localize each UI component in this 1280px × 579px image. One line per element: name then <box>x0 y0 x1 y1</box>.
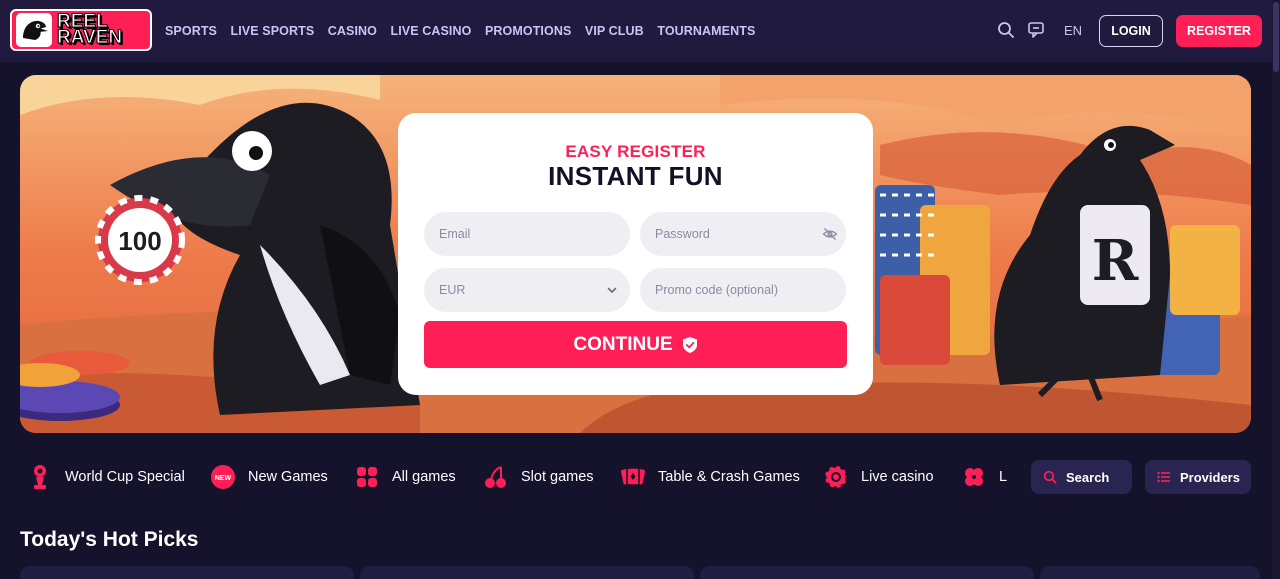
register-title: INSTANT FUN <box>548 161 723 191</box>
clover-icon <box>960 463 988 491</box>
category-label: New Games <box>248 469 328 485</box>
game-card[interactable] <box>20 566 354 579</box>
search-icon[interactable] <box>996 20 1016 40</box>
category-label: All games <box>392 469 456 485</box>
list-icon <box>1157 471 1170 483</box>
game-card[interactable] <box>360 566 694 579</box>
search-button-label: Search <box>1066 469 1110 485</box>
shield-check-icon <box>682 336 698 354</box>
brand-name-line2: RAVEN <box>56 27 123 48</box>
raven-logo-icon <box>16 13 52 47</box>
section-title-hot-picks: Today's Hot Picks <box>20 528 199 551</box>
cards-icon <box>619 463 647 491</box>
category-label: Table & Crash Games <box>658 469 800 485</box>
providers-button-label: Providers <box>1180 469 1240 485</box>
chip-100: 100 <box>95 195 185 285</box>
cherries-icon <box>482 463 510 491</box>
game-card[interactable] <box>700 566 1034 579</box>
nav-promotions[interactable]: PROMOTIONS <box>485 24 571 38</box>
category-partial[interactable]: L <box>960 455 1007 499</box>
chip-icon <box>822 463 850 491</box>
continue-button[interactable]: CONTINUE <box>424 321 847 368</box>
eye-off-icon[interactable] <box>822 226 838 242</box>
page-scrollbar[interactable] <box>1272 0 1280 579</box>
password-field[interactable] <box>640 212 846 256</box>
continue-label: CONTINUE <box>573 333 673 355</box>
category-bar: World Cup Special NEW New Games All game… <box>0 455 1030 499</box>
main-nav: SPORTS LIVE SPORTS CASINO LIVE CASINO PR… <box>165 0 769 62</box>
category-slot-games[interactable]: Slot games <box>482 455 594 499</box>
nav-live-sports[interactable]: LIVE SPORTS <box>231 24 315 38</box>
search-icon <box>1043 470 1057 484</box>
nav-vip-club[interactable]: VIP CLUB <box>585 24 644 38</box>
category-world-cup-special[interactable]: World Cup Special <box>26 455 185 499</box>
register-button[interactable]: REGISTER <box>1176 15 1262 47</box>
providers-button[interactable]: Providers <box>1145 460 1251 494</box>
chat-icon[interactable] <box>1027 20 1047 40</box>
category-live-casino[interactable]: Live casino <box>822 455 934 499</box>
currency-value: EUR <box>439 283 466 297</box>
category-label: Live casino <box>861 469 934 485</box>
category-new-games[interactable]: NEW New Games <box>209 455 328 499</box>
chevron-down-icon <box>606 284 618 299</box>
register-eyebrow: EASY REGISTER <box>565 142 706 161</box>
category-label: Slot games <box>521 469 594 485</box>
category-table-crash-games[interactable]: Table & Crash Games <box>619 455 800 499</box>
language-selector[interactable]: EN <box>1064 23 1082 38</box>
top-header: REEL RAVEN SPORTS LIVE SPORTS CASINO LIV… <box>0 0 1280 62</box>
grid-icon <box>353 463 381 491</box>
category-label: World Cup Special <box>65 469 185 485</box>
trophy-icon <box>26 463 54 491</box>
brand-logo[interactable]: REEL RAVEN <box>10 9 152 51</box>
nav-casino[interactable]: CASINO <box>328 24 377 38</box>
nav-sports[interactable]: SPORTS <box>165 24 217 38</box>
game-card[interactable] <box>1040 566 1260 579</box>
register-card: EASY REGISTER INSTANT FUN EUR CONTINUE <box>398 113 873 395</box>
chip-100-text: 100 <box>118 226 161 256</box>
scrollbar-thumb[interactable] <box>1273 2 1279 72</box>
new-badge-icon: NEW <box>209 463 237 491</box>
promo-code-field[interactable] <box>640 268 846 312</box>
brand-wordmark: REEL RAVEN <box>56 12 123 48</box>
login-button[interactable]: LOGIN <box>1099 15 1163 47</box>
nav-tournaments[interactable]: TOURNAMENTS <box>657 24 755 38</box>
nav-live-casino[interactable]: LIVE CASINO <box>390 24 471 38</box>
svg-text:NEW: NEW <box>215 475 232 482</box>
category-all-games[interactable]: All games <box>353 455 456 499</box>
search-button[interactable]: Search <box>1031 460 1132 494</box>
jacket-letter: R <box>1092 228 1139 294</box>
currency-select[interactable]: EUR <box>424 268 630 312</box>
category-label: L <box>999 469 1008 485</box>
email-field[interactable] <box>424 212 630 256</box>
